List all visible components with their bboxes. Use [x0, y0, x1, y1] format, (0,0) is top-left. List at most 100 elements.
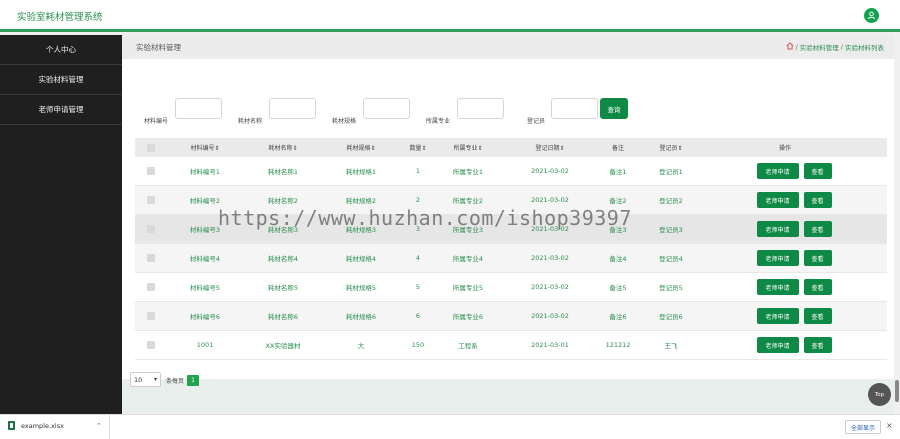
teacher-apply-button[interactable]: 老师申请	[756, 250, 799, 266]
row-actions: 老师申请 查看	[744, 273, 844, 301]
row-actions: 老师申请 查看	[744, 186, 844, 214]
filter-label-registrar: 登记员	[527, 118, 546, 125]
download-file-name: example.xlsx	[21, 421, 64, 430]
cell-spec: 耗材规格6	[345, 313, 377, 321]
filter-input-registrar[interactable]	[551, 98, 598, 119]
app-title: 实验室耗材管理系统	[17, 12, 103, 23]
view-button[interactable]: 查看	[803, 250, 832, 266]
row-actions: 老师申请 查看	[744, 244, 844, 272]
per-page-label: 条每页	[166, 378, 185, 385]
teacher-apply-button[interactable]: 老师申请	[756, 337, 799, 353]
download-item[interactable]: example.xlsx	[8, 421, 64, 430]
col-header-registrar[interactable]: 登记员⇕	[643, 138, 699, 157]
col-header-code[interactable]: 材料编号⇕	[172, 138, 238, 157]
col-header-note: 备注	[611, 145, 624, 152]
teacher-apply-button[interactable]: 老师申请	[756, 221, 799, 237]
watermark: https://www.huzhan.com/ishop39397	[218, 206, 632, 230]
table-body: 材料编号1 耗材名称1 耗材规格1 1 所属专业1 2021-03-02 备注1 登记员1 老师…	[135, 157, 887, 360]
sidebar: 个人中心 实验材料管理 老师申请管理	[0, 35, 122, 414]
materials-table: 材料编号⇕ 耗材名称⇕ 耗材规格⇕ 数量⇕ 所属专业⇕ 登记日期⇕ 备注 登记员…	[135, 138, 887, 360]
back-to-top-button[interactable]: Top	[868, 383, 891, 406]
filter-input-code[interactable]	[175, 98, 222, 119]
cell-registrar: 登记员3	[659, 226, 683, 234]
col-header-actions: 操作	[778, 145, 791, 152]
scrollbar-thumb[interactable]	[895, 380, 899, 402]
cell-date: 2021-03-02	[531, 254, 569, 262]
col-header-qty[interactable]: 数量⇕	[400, 138, 436, 157]
view-button[interactable]: 查看	[803, 337, 832, 353]
top-header: 实验室耗材管理系统	[0, 0, 900, 32]
teacher-apply-button[interactable]: 老师申请	[756, 192, 799, 208]
filter-input-name[interactable]	[269, 98, 316, 119]
teacher-apply-button[interactable]: 老师申请	[756, 163, 799, 179]
col-header-date[interactable]: 登记日期⇕	[515, 138, 585, 157]
cell-note: 备注4	[609, 255, 627, 263]
col-header-major[interactable]: 所属专业⇕	[435, 138, 501, 157]
cell-name: 耗材名称6	[267, 313, 299, 321]
page-title: 实验材料管理	[136, 43, 181, 52]
filter-label-major: 所属专业	[426, 118, 451, 125]
query-button[interactable]: 查询	[600, 98, 628, 119]
sidebar-item-teacher-application[interactable]: 老师申请管理	[0, 95, 122, 125]
teacher-apply-button[interactable]: 老师申请	[756, 308, 799, 324]
cell-code: 材料编号1	[189, 168, 221, 176]
cell-major: 所属专业1	[452, 168, 484, 176]
view-button[interactable]: 查看	[803, 163, 832, 179]
row-checkbox[interactable]	[135, 186, 167, 214]
cell-registrar: 登记员2	[659, 197, 683, 205]
col-header-spec[interactable]: 耗材规格⇕	[328, 138, 394, 157]
cell-code: 1001	[196, 341, 214, 349]
cell-date: 2021-03-01	[531, 341, 569, 349]
view-button[interactable]: 查看	[803, 221, 832, 237]
view-button[interactable]: 查看	[803, 279, 832, 295]
table-row: 材料编号5 耗材名称5 耗材规格5 5 所属专业5 2021-03-02 备注5 登记员5 老师…	[135, 273, 887, 302]
filter-label-name: 耗材名称	[238, 118, 263, 125]
row-checkbox[interactable]	[135, 331, 167, 359]
page-number-current[interactable]: 1	[187, 375, 199, 386]
home-icon[interactable]	[786, 42, 794, 52]
chevron-up-icon[interactable]: ⌃	[96, 422, 102, 430]
col-header-name[interactable]: 耗材名称⇕	[250, 138, 316, 157]
cell-spec: 耗材规格1	[345, 168, 377, 176]
filter-input-spec[interactable]	[363, 98, 410, 119]
table-header-row: 材料编号⇕ 耗材名称⇕ 耗材规格⇕ 数量⇕ 所属专业⇕ 登记日期⇕ 备注 登记员…	[135, 138, 887, 157]
view-button[interactable]: 查看	[803, 308, 832, 324]
row-checkbox[interactable]	[135, 157, 167, 185]
breadcrumb: / 实验材料管理 / 实验材料列表	[786, 42, 884, 52]
show-all-button[interactable]: 全部显示	[845, 420, 881, 434]
breadcrumb-material-management[interactable]: 实验材料管理	[800, 42, 839, 52]
cell-major: 工程系	[458, 342, 478, 350]
filter-input-major[interactable]	[457, 98, 504, 119]
select-all-checkbox[interactable]	[135, 138, 167, 157]
cell-note: 备注5	[609, 284, 627, 292]
cell-code: 材料编号4	[189, 255, 221, 263]
cell-spec: 耗材规格4	[345, 255, 377, 263]
cell-qty: 150	[411, 341, 425, 349]
cell-major: 所属专业4	[452, 255, 484, 263]
teacher-apply-button[interactable]: 老师申请	[756, 279, 799, 295]
cell-registrar: 登记员1	[659, 168, 683, 176]
table-row: 1001 XX实验器材 大 150 工程系 2021-03-01 121212 王飞 老师申请查…	[135, 331, 887, 360]
row-checkbox[interactable]	[135, 302, 167, 330]
chevron-down-icon: ▾	[153, 376, 157, 383]
row-checkbox[interactable]	[135, 215, 167, 243]
excel-file-icon	[8, 421, 15, 430]
cell-spec: 耗材规格5	[345, 284, 377, 292]
row-checkbox[interactable]	[135, 273, 167, 301]
cell-major: 所属专业6	[452, 313, 484, 321]
user-icon[interactable]	[864, 8, 879, 23]
cell-code: 材料编号5	[189, 284, 221, 292]
cell-code: 材料编号6	[189, 313, 221, 321]
sidebar-item-material-management[interactable]: 实验材料管理	[0, 65, 122, 95]
cell-name: XX实验器材	[265, 342, 301, 350]
scrollbar[interactable]	[894, 35, 900, 414]
row-checkbox[interactable]	[135, 244, 167, 272]
view-button[interactable]: 查看	[803, 192, 832, 208]
close-icon[interactable]: ×	[886, 421, 893, 430]
row-actions: 老师申请 查看	[744, 331, 844, 359]
sidebar-item-personal-center[interactable]: 个人中心	[0, 35, 122, 65]
cell-name: 耗材名称1	[267, 168, 299, 176]
page-size-select[interactable]: 10 ▾	[130, 372, 161, 387]
cell-qty: 6	[415, 312, 421, 320]
cell-name: 耗材名称5	[267, 284, 299, 292]
